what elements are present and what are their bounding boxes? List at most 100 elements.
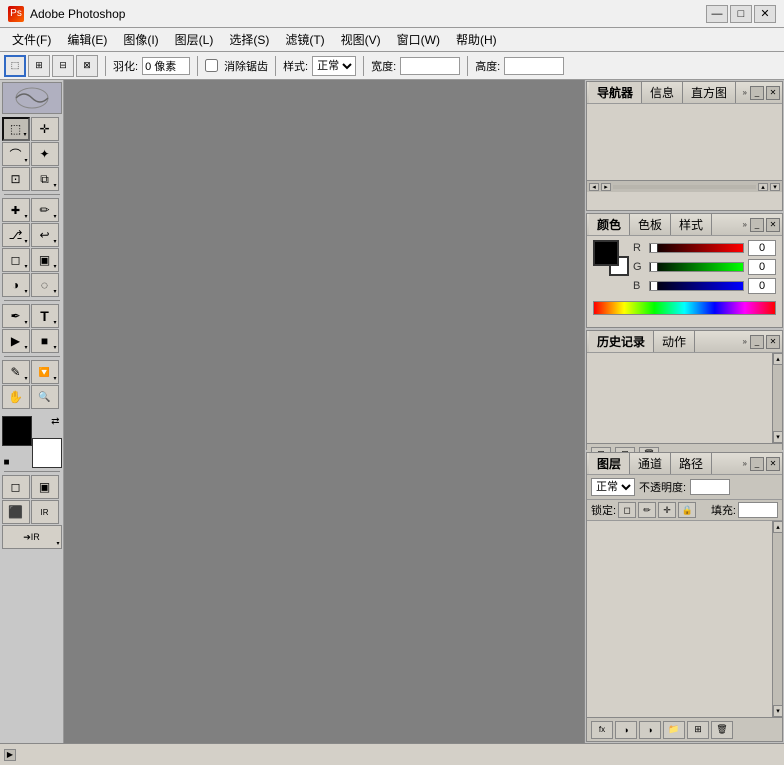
layers-expand-icon[interactable]: »: [742, 459, 748, 468]
new-selection-btn[interactable]: ⬚: [4, 55, 26, 77]
maximize-button[interactable]: □: [730, 5, 752, 23]
menu-filter[interactable]: 滤镜(T): [277, 29, 332, 50]
blue-thumb[interactable]: [650, 281, 658, 291]
tool-shape[interactable]: ■ ▾: [31, 329, 59, 353]
red-input[interactable]: [748, 240, 776, 256]
status-scroll-btn[interactable]: ▶: [4, 749, 16, 761]
menu-view[interactable]: 视图(V): [333, 29, 389, 50]
menu-help[interactable]: 帮助(H): [448, 29, 505, 50]
tool-crop[interactable]: ⊡: [2, 167, 30, 191]
tool-lasso[interactable]: ⌒ ▾: [2, 142, 30, 166]
navigator-close-btn[interactable]: ✕: [766, 86, 780, 100]
tab-layers[interactable]: 图层: [589, 453, 630, 474]
layer-mask-btn[interactable]: ◑: [615, 721, 637, 739]
tab-histogram[interactable]: 直方图: [683, 82, 736, 103]
menu-file[interactable]: 文件(F): [4, 29, 59, 50]
foreground-color-swatch[interactable]: [2, 416, 32, 446]
green-thumb[interactable]: [650, 262, 658, 272]
tool-notes[interactable]: ✎ ▾: [2, 360, 30, 384]
tab-styles[interactable]: 样式: [671, 214, 712, 235]
fill-input[interactable]: [738, 502, 778, 518]
tool-heal[interactable]: ✚ ▾: [2, 198, 30, 222]
subtract-selection-btn[interactable]: ⊟: [52, 55, 74, 77]
opacity-input[interactable]: [690, 479, 730, 495]
lock-all-btn[interactable]: 🔒: [678, 502, 696, 518]
add-selection-btn[interactable]: ⊞: [28, 55, 50, 77]
tab-navigator[interactable]: 导航器: [589, 82, 642, 103]
lock-image-btn[interactable]: ✏: [638, 502, 656, 518]
red-thumb[interactable]: [650, 243, 658, 253]
lock-position-btn[interactable]: ✛: [658, 502, 676, 518]
tool-eraser[interactable]: ◻ ▾: [2, 248, 30, 272]
tab-info[interactable]: 信息: [642, 82, 683, 103]
green-input[interactable]: [748, 259, 776, 275]
blue-input[interactable]: [748, 278, 776, 294]
tab-color[interactable]: 颜色: [589, 214, 630, 235]
tool-pen[interactable]: ✒ ▾: [2, 304, 30, 328]
tab-swatches[interactable]: 色板: [630, 214, 671, 235]
background-color-swatch[interactable]: [32, 438, 62, 468]
swap-colors-btn[interactable]: ⇄: [51, 416, 59, 427]
tool-gradient[interactable]: ▣ ▾: [31, 248, 59, 272]
default-colors-btn[interactable]: ■: [4, 457, 10, 468]
tool-imageready[interactable]: IR: [31, 500, 59, 524]
color-close-btn[interactable]: ✕: [766, 218, 780, 232]
red-slider[interactable]: [649, 243, 744, 253]
tool-brush[interactable]: ✏ ▾: [31, 198, 59, 222]
tool-eyedropper[interactable]: 🔽 ▾: [31, 360, 59, 384]
menu-select[interactable]: 选择(S): [221, 29, 277, 50]
tool-blur[interactable]: ◌ ▾: [31, 273, 59, 297]
menu-edit[interactable]: 编辑(E): [59, 29, 115, 50]
jump-to-imageready[interactable]: ➔IR ▾: [2, 525, 62, 549]
layers-close-btn[interactable]: ✕: [766, 457, 780, 471]
history-close-btn[interactable]: ✕: [766, 335, 780, 349]
tool-hand[interactable]: ✋: [2, 385, 30, 409]
nav-scroll-right[interactable]: ▸: [601, 183, 611, 191]
history-scroll-up[interactable]: ▴: [773, 353, 783, 365]
tool-dodge[interactable]: ◑ ▾: [2, 273, 30, 297]
lock-transparent-btn[interactable]: ◻: [618, 502, 636, 518]
height-input[interactable]: [504, 57, 564, 75]
layers-scroll-up[interactable]: ▴: [773, 521, 783, 533]
antialias-checkbox[interactable]: [205, 59, 218, 72]
navigator-minimize-btn[interactable]: _: [750, 86, 764, 100]
layers-scroll-down[interactable]: ▾: [773, 705, 783, 717]
layer-effects-btn[interactable]: fx: [591, 721, 613, 739]
tab-paths[interactable]: 路径: [671, 453, 712, 474]
minimize-button[interactable]: —: [706, 5, 728, 23]
nav-scroll-left[interactable]: ◂: [589, 183, 599, 191]
style-select[interactable]: 正常: [312, 56, 356, 76]
cp-fg-swatch[interactable]: [593, 240, 619, 266]
tool-path-select[interactable]: ▶ ▾: [2, 329, 30, 353]
layers-minimize-btn[interactable]: _: [750, 457, 764, 471]
history-scroll-down[interactable]: ▾: [773, 431, 783, 443]
color-spectrum[interactable]: [593, 301, 776, 315]
tool-screen-full-menu[interactable]: ▣: [31, 475, 59, 499]
history-expand-icon[interactable]: »: [742, 337, 748, 346]
tool-screen-normal[interactable]: ◻: [2, 475, 30, 499]
tab-channels[interactable]: 通道: [630, 453, 671, 474]
nav-scroll-down[interactable]: ▾: [770, 183, 780, 191]
layer-delete-btn[interactable]: 🗑: [711, 721, 733, 739]
blue-slider[interactable]: [649, 281, 744, 291]
width-input[interactable]: [400, 57, 460, 75]
tool-screen-full[interactable]: ⬛: [2, 500, 30, 524]
navigator-expand-icon[interactable]: »: [742, 88, 748, 97]
menu-window[interactable]: 窗口(W): [389, 29, 448, 50]
intersect-selection-btn[interactable]: ⊠: [76, 55, 98, 77]
tool-text[interactable]: T ▾: [31, 304, 59, 328]
layer-group-btn[interactable]: 📁: [663, 721, 685, 739]
tab-history[interactable]: 历史记录: [589, 331, 654, 352]
tool-stamp[interactable]: ⎇ ▾: [2, 223, 30, 247]
color-expand-icon[interactable]: »: [742, 220, 748, 229]
tab-actions[interactable]: 动作: [654, 331, 695, 352]
menu-layer[interactable]: 图层(L): [167, 29, 222, 50]
tool-marquee[interactable]: ⬚ ▾: [2, 117, 30, 141]
tool-magic-wand[interactable]: ✦: [31, 142, 59, 166]
menu-image[interactable]: 图像(I): [115, 29, 166, 50]
nav-scroll-up[interactable]: ▴: [758, 183, 768, 191]
green-slider[interactable]: [649, 262, 744, 272]
blend-mode-select[interactable]: 正常: [591, 478, 635, 496]
layer-adjustment-btn[interactable]: ◑: [639, 721, 661, 739]
tool-move[interactable]: ✛: [31, 117, 59, 141]
